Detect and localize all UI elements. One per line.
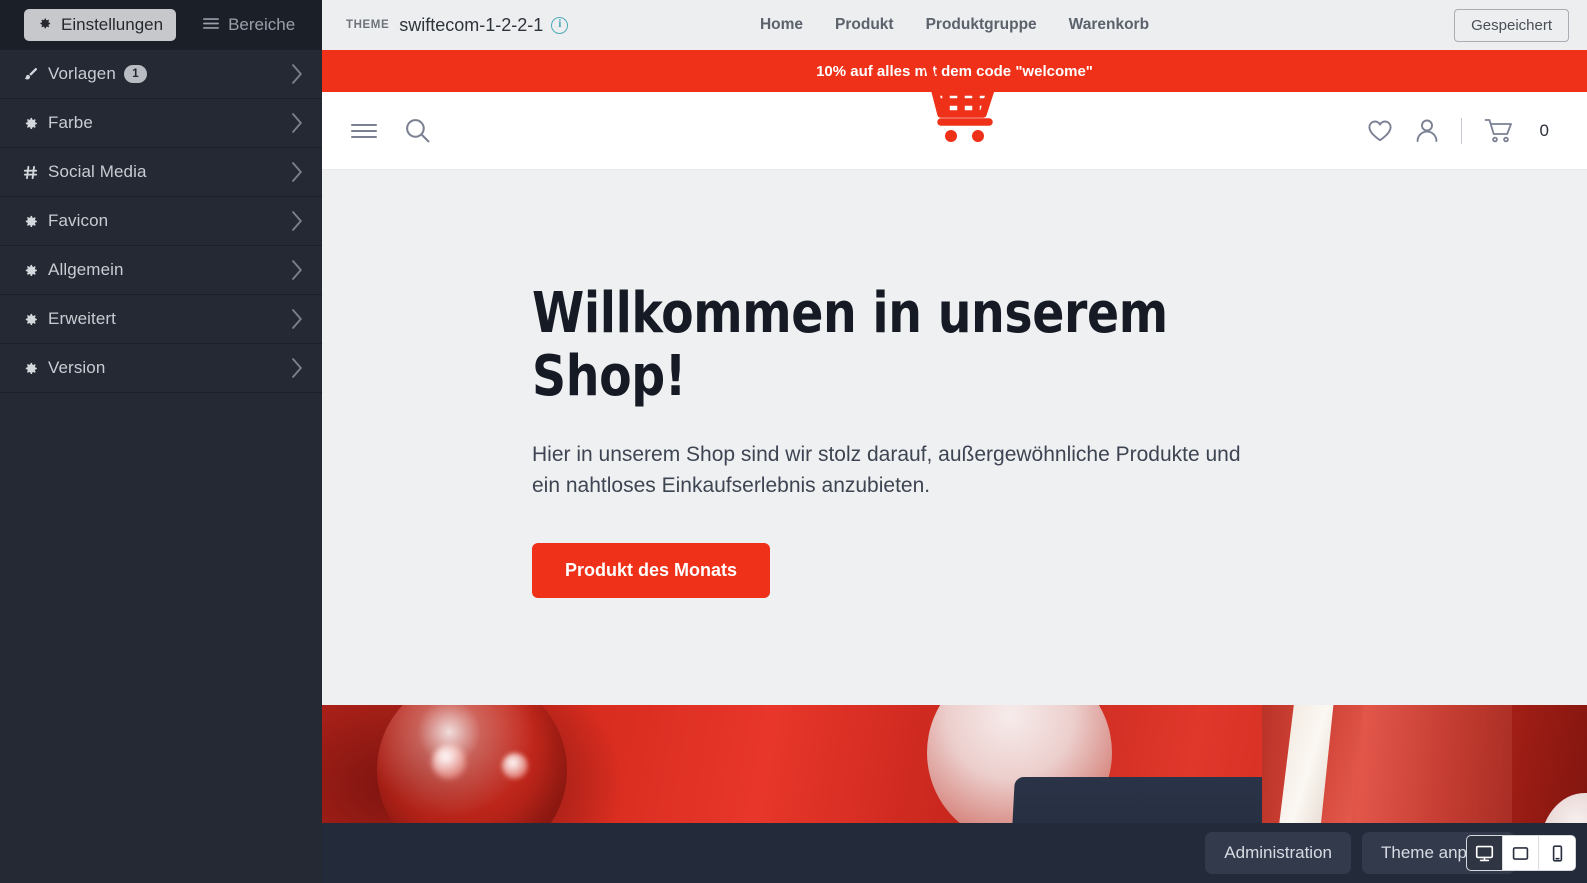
hero-heading: Willkommen in unserem Shop! (532, 281, 1168, 410)
search-icon[interactable] (404, 117, 431, 144)
gear-icon (37, 16, 52, 34)
site-preview: 10% auf alles mit dem code "welcome" 0 W… (322, 50, 1587, 883)
nav-warenkorb[interactable]: Warenkorb (1069, 16, 1149, 34)
header-divider (1460, 117, 1462, 144)
gear-icon (22, 360, 48, 377)
preview-bottom-bar: Administration Theme anpassen (322, 823, 1587, 883)
nav-produktgruppe[interactable]: Produktgruppe (926, 16, 1037, 34)
shop-header-right: 0 (1367, 117, 1549, 144)
hero-cta-button[interactable]: Produkt des Monats (532, 542, 771, 598)
nav-produkt[interactable]: Produkt (835, 16, 894, 34)
sidebar-item-social-media[interactable]: Social Media (0, 148, 322, 197)
sidebar-item-erweitert[interactable]: Erweitert (0, 295, 322, 344)
shop-logo-cart-icon[interactable] (906, 54, 1004, 155)
theme-editor-app: Einstellungen Bereiche Vorlagen 1 Farbe … (0, 0, 1587, 883)
brush-icon (22, 66, 48, 83)
hero-section: Willkommen in unserem Shop! Hier in unse… (322, 170, 1587, 705)
chevron-right-icon (291, 309, 304, 329)
sidebar-item-list: Vorlagen 1 Farbe Social Media Favicon Al… (0, 50, 322, 393)
theme-label: THEME (346, 19, 390, 31)
info-circle-icon[interactable]: i (551, 16, 569, 34)
chevron-right-icon (291, 64, 304, 84)
tab-bereiche-label: Bereiche (228, 15, 296, 34)
main-area: THEME swiftecom-1-2-2-1 i Home Produkt P… (322, 0, 1587, 883)
tab-einstellungen[interactable]: Einstellungen (24, 9, 177, 41)
hash-icon (22, 164, 48, 181)
nav-home[interactable]: Home (760, 16, 803, 34)
tab-bereiche[interactable]: Bereiche (190, 9, 308, 41)
chevron-right-icon (291, 211, 304, 231)
sidebar-item-label: Favicon (48, 211, 109, 230)
sidebar-item-label: Allgemein (48, 260, 124, 279)
administration-button[interactable]: Administration (1205, 832, 1351, 874)
shop-header: 0 (322, 60, 1587, 170)
gear-icon (22, 311, 48, 328)
sidebar-item-vorlagen[interactable]: Vorlagen 1 (0, 50, 322, 99)
sidebar-item-label: Erweitert (48, 309, 116, 328)
device-mobile-button[interactable] (1539, 836, 1575, 870)
chevron-right-icon (291, 113, 304, 133)
sidebar-item-label: Social Media (48, 162, 147, 181)
device-tablet-button[interactable] (1503, 836, 1539, 870)
gear-icon (22, 115, 48, 132)
editor-topbar: THEME swiftecom-1-2-2-1 i Home Produkt P… (322, 0, 1587, 50)
hero-paragraph: Hier in unserem Shop sind wir stolz dara… (532, 442, 1241, 497)
device-desktop-button[interactable] (1467, 836, 1503, 870)
sidebar-item-label: Version (48, 358, 106, 377)
theme-edit-group: Theme anpassen (1362, 832, 1587, 874)
hamburger-icon (203, 17, 220, 33)
gear-icon (22, 262, 48, 279)
cart-count: 0 (1539, 120, 1549, 140)
chevron-right-icon (291, 358, 304, 378)
sidebar-item-badge: 1 (123, 65, 147, 83)
shop-header-left (350, 117, 431, 144)
settings-sidebar: Einstellungen Bereiche Vorlagen 1 Farbe … (0, 0, 322, 883)
sidebar-item-label: Vorlagen (48, 64, 116, 83)
device-switcher (1467, 836, 1575, 870)
save-status-button[interactable]: Gespeichert (1454, 8, 1569, 42)
sidebar-item-farbe[interactable]: Farbe (0, 99, 322, 148)
sidebar-item-favicon[interactable]: Favicon (0, 197, 322, 246)
sidebar-item-version[interactable]: Version (0, 344, 322, 393)
gear-icon (22, 213, 48, 230)
tab-einstellungen-label: Einstellungen (61, 15, 164, 34)
cart-icon[interactable] (1484, 118, 1514, 144)
sidebar-tab-bar: Einstellungen Bereiche (0, 0, 322, 50)
sidebar-item-label: Farbe (48, 113, 93, 132)
sidebar-item-allgemein[interactable]: Allgemein (0, 246, 322, 295)
heart-icon[interactable] (1367, 119, 1393, 143)
chevron-right-icon (291, 260, 304, 280)
chevron-right-icon (291, 162, 304, 182)
theme-name: swiftecom-1-2-2-1 (399, 14, 544, 35)
user-icon[interactable] (1415, 118, 1439, 143)
hamburger-icon[interactable] (350, 121, 378, 141)
